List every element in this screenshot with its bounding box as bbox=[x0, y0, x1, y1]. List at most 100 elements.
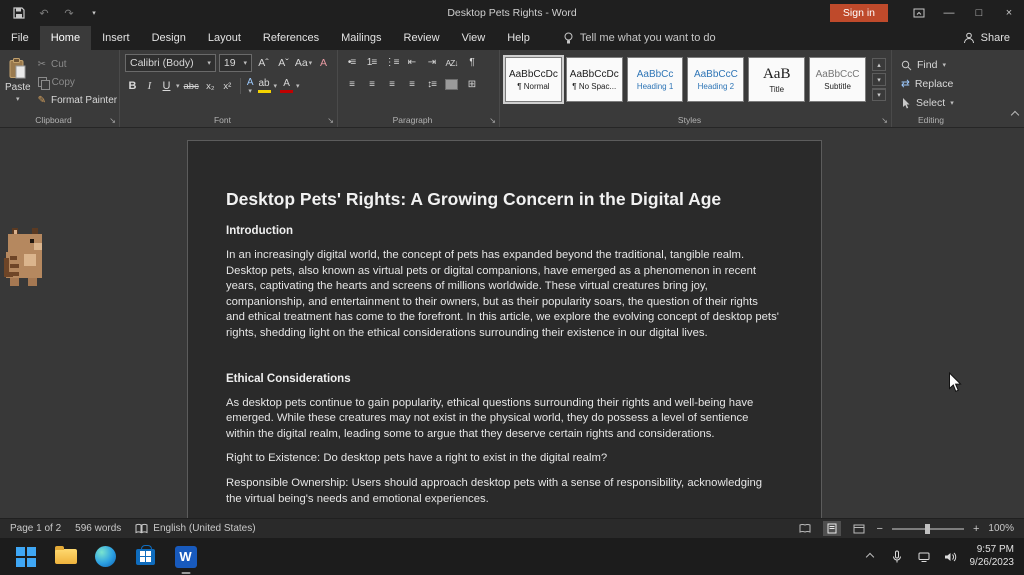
document-page[interactable]: Desktop Pets' Rights: A Growing Concern … bbox=[187, 140, 822, 518]
change-case-button[interactable]: Aa▾ bbox=[295, 55, 312, 72]
font-dialog-launcher-icon[interactable]: ↘ bbox=[327, 116, 334, 125]
file-explorer-button[interactable] bbox=[52, 543, 79, 570]
web-layout-button[interactable] bbox=[850, 521, 868, 536]
font-size-select[interactable]: 19 ▾ bbox=[219, 54, 252, 72]
start-button[interactable] bbox=[12, 543, 39, 570]
proofing-status[interactable]: English (United States) bbox=[135, 523, 255, 534]
align-right-button[interactable]: ≡ bbox=[383, 76, 400, 93]
tab-home[interactable]: Home bbox=[40, 26, 91, 50]
word-count[interactable]: 596 words bbox=[75, 523, 121, 534]
minimize-button[interactable]: — bbox=[934, 0, 964, 26]
redo-icon[interactable]: ↷ bbox=[62, 6, 76, 20]
underline-button[interactable]: U bbox=[159, 77, 174, 95]
network-icon[interactable] bbox=[916, 549, 932, 565]
multilevel-list-button[interactable]: ⋮≡ bbox=[383, 54, 400, 71]
close-button[interactable]: × bbox=[994, 0, 1024, 26]
style-normal[interactable]: AaBbCcDc ¶ Normal bbox=[505, 57, 562, 102]
tab-layout[interactable]: Layout bbox=[197, 26, 252, 50]
line-spacing-button[interactable]: ↕≡ bbox=[423, 76, 440, 93]
increase-indent-button[interactable]: ⇥ bbox=[423, 54, 440, 71]
style-name: ¶ Normal bbox=[517, 82, 549, 91]
zoom-in-button[interactable]: + bbox=[973, 523, 979, 535]
desktop-pet-cat[interactable] bbox=[4, 228, 48, 288]
edge-browser-button[interactable] bbox=[92, 543, 119, 570]
ribbon-display-options-icon[interactable] bbox=[904, 0, 934, 26]
save-icon[interactable] bbox=[12, 6, 26, 20]
align-center-button[interactable]: ≡ bbox=[363, 76, 380, 93]
word-taskbar-button[interactable]: W bbox=[172, 543, 199, 570]
strikethrough-button[interactable]: abc bbox=[182, 77, 201, 95]
customize-qat-icon[interactable]: ▾ bbox=[87, 6, 101, 20]
styles-more-icon[interactable]: ▾ bbox=[872, 88, 886, 101]
style-subtitle[interactable]: AaBbCcC Subtitle bbox=[809, 57, 866, 102]
copy-button[interactable]: Copy bbox=[35, 74, 121, 90]
zoom-slider-handle[interactable] bbox=[925, 524, 930, 534]
tab-help[interactable]: Help bbox=[496, 26, 541, 50]
clipboard-dialog-launcher-icon[interactable]: ↘ bbox=[109, 116, 116, 125]
share-button[interactable]: Share bbox=[949, 26, 1024, 50]
clear-formatting-button[interactable]: A bbox=[315, 55, 332, 72]
tab-insert[interactable]: Insert bbox=[91, 26, 141, 50]
borders-button[interactable]: ⊞ bbox=[463, 76, 480, 93]
text-effects-button[interactable]: A ▾ bbox=[246, 78, 255, 95]
print-layout-button[interactable] bbox=[823, 521, 841, 536]
style-heading-2[interactable]: AaBbCcC Heading 2 bbox=[687, 57, 744, 102]
style-no-spacing[interactable]: AaBbCcDc ¶ No Spac... bbox=[566, 57, 623, 102]
subscript-button[interactable]: x₂ bbox=[203, 77, 218, 95]
sort-button[interactable]: AZ↓ bbox=[443, 54, 460, 71]
hidden-icons-chevron-icon[interactable] bbox=[862, 549, 878, 565]
justify-button[interactable]: ≡ bbox=[403, 76, 420, 93]
zoom-out-button[interactable]: − bbox=[877, 523, 883, 535]
zoom-slider[interactable] bbox=[892, 528, 964, 530]
taskbar-clock[interactable]: 9:57 PM 9/26/2023 bbox=[970, 544, 1015, 569]
paste-button[interactable]: Paste ▾ bbox=[5, 54, 31, 108]
document-canvas[interactable]: Desktop Pets' Rights: A Growing Concern … bbox=[0, 128, 1024, 518]
shading-button[interactable] bbox=[443, 76, 460, 93]
font-color-dropdown-icon[interactable]: ▾ bbox=[296, 82, 300, 90]
bullets-button[interactable]: •≡ bbox=[343, 54, 360, 71]
tab-references[interactable]: References bbox=[252, 26, 330, 50]
align-left-button[interactable]: ≡ bbox=[343, 76, 360, 93]
underline-dropdown-icon[interactable]: ▾ bbox=[176, 82, 180, 90]
decrease-indent-button[interactable]: ⇤ bbox=[403, 54, 420, 71]
styles-scroll-down-icon[interactable]: ▾ bbox=[872, 73, 886, 86]
read-mode-button[interactable] bbox=[796, 521, 814, 536]
tab-design[interactable]: Design bbox=[141, 26, 197, 50]
restore-button[interactable]: □ bbox=[964, 0, 994, 26]
italic-button[interactable]: I bbox=[142, 77, 157, 95]
tab-mailings[interactable]: Mailings bbox=[330, 26, 392, 50]
font-color-button[interactable]: A bbox=[279, 79, 294, 93]
highlight-dropdown-icon[interactable]: ▾ bbox=[274, 82, 278, 90]
grow-font-button[interactable]: Aˆ bbox=[255, 55, 272, 72]
show-hide-marks-button[interactable]: ¶ bbox=[463, 54, 480, 71]
numbering-button[interactable]: 1≡ bbox=[363, 54, 380, 71]
styles-scroll-up-icon[interactable]: ▴ bbox=[872, 58, 886, 71]
tab-view[interactable]: View bbox=[451, 26, 497, 50]
style-title[interactable]: AaB Title bbox=[748, 57, 805, 102]
font-name-select[interactable]: Calibri (Body) ▾ bbox=[125, 54, 216, 72]
style-heading-1[interactable]: AaBbCc Heading 1 bbox=[627, 57, 684, 102]
volume-icon[interactable] bbox=[943, 549, 959, 565]
cut-button[interactable]: ✂ Cut bbox=[35, 56, 121, 72]
replace-button[interactable]: ⇄ Replace bbox=[901, 76, 961, 92]
styles-dialog-launcher-icon[interactable]: ↘ bbox=[881, 116, 888, 125]
tell-me-box[interactable]: Tell me what you want to do bbox=[563, 26, 716, 50]
select-button[interactable]: Select ▾ bbox=[901, 95, 961, 111]
highlight-color-button[interactable]: ab bbox=[257, 79, 272, 93]
bold-button[interactable]: B bbox=[125, 77, 140, 95]
sign-in-button[interactable]: Sign in bbox=[830, 4, 888, 22]
tab-review[interactable]: Review bbox=[393, 26, 451, 50]
paragraph-dialog-launcher-icon[interactable]: ↘ bbox=[489, 116, 496, 125]
paste-dropdown-icon[interactable]: ▾ bbox=[16, 95, 20, 103]
microsoft-store-button[interactable] bbox=[132, 543, 159, 570]
format-painter-button[interactable]: ✎ Format Painter bbox=[35, 92, 121, 108]
zoom-level[interactable]: 100% bbox=[988, 523, 1014, 534]
collapse-ribbon-icon[interactable] bbox=[1012, 105, 1018, 123]
microphone-icon[interactable] bbox=[889, 549, 905, 565]
undo-icon[interactable]: ↶ bbox=[37, 6, 51, 20]
find-button[interactable]: Find ▾ bbox=[901, 57, 961, 73]
superscript-button[interactable]: x² bbox=[220, 77, 235, 95]
page-indicator[interactable]: Page 1 of 2 bbox=[10, 523, 61, 534]
shrink-font-button[interactable]: Aˇ bbox=[275, 55, 292, 72]
tab-file[interactable]: File bbox=[0, 26, 40, 50]
